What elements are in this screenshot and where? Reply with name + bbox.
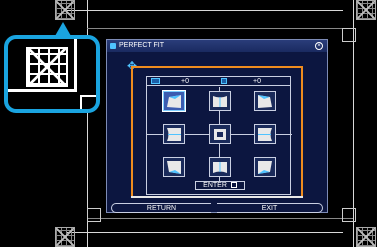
top-edge-icon bbox=[213, 95, 227, 107]
magnified-grid-pattern bbox=[26, 47, 68, 87]
exit-label: EXIT bbox=[261, 205, 278, 212]
guide-top-line bbox=[131, 66, 303, 68]
corner-grid-top-right bbox=[356, 0, 376, 20]
dialog-title: PERFECT FIT bbox=[119, 42, 164, 49]
left-edge-button[interactable] bbox=[163, 124, 185, 144]
corner-grid-bottom-left bbox=[55, 227, 75, 247]
corner-grid-top-left bbox=[55, 0, 75, 20]
bottom-right-corner-button[interactable] bbox=[254, 157, 276, 177]
right-edge-icon bbox=[258, 127, 272, 141]
magnified-corner-square bbox=[80, 95, 96, 109]
bottom-right-corner-icon bbox=[258, 160, 272, 174]
magnified-corner-callout bbox=[4, 35, 100, 113]
left-edge-icon bbox=[167, 127, 181, 141]
guide-bottom-line bbox=[131, 196, 303, 198]
navigation-bar: RETURN EXIT bbox=[107, 203, 327, 213]
exit-button[interactable]: EXIT bbox=[217, 203, 323, 213]
top-edge-button[interactable] bbox=[209, 91, 231, 111]
horizontal-value: +0 bbox=[181, 78, 189, 85]
vertical-value: +0 bbox=[253, 78, 261, 85]
corner-box-bottom-left bbox=[87, 208, 101, 222]
frame-bottom-line bbox=[66, 232, 343, 233]
dialog-titlebar: PERFECT FIT × bbox=[107, 40, 327, 52]
perfect-fit-dialog: PERFECT FIT × ✥ +0 +0 bbox=[106, 39, 328, 213]
callout-pointer bbox=[55, 22, 71, 36]
enter-label: ENTER bbox=[203, 182, 227, 189]
magnified-horizontal-line bbox=[8, 89, 74, 92]
right-edge-button[interactable] bbox=[254, 124, 276, 144]
vertical-adjust-icon bbox=[221, 78, 227, 84]
perfect-fit-icon bbox=[110, 43, 116, 49]
corner-box-bottom-right bbox=[342, 208, 356, 222]
frame-inner-bottom bbox=[87, 218, 353, 219]
bottom-left-corner-button[interactable] bbox=[163, 157, 185, 177]
return-button[interactable]: RETURN bbox=[111, 203, 211, 213]
top-right-corner-button[interactable] bbox=[254, 91, 276, 111]
top-right-corner-icon bbox=[258, 94, 272, 108]
return-label: RETURN bbox=[146, 205, 177, 212]
top-left-corner-button[interactable] bbox=[163, 91, 185, 111]
top-left-corner-icon bbox=[167, 94, 181, 108]
enter-button[interactable]: ENTER bbox=[195, 181, 245, 190]
corner-box-top-right bbox=[342, 28, 356, 42]
enter-key-icon bbox=[230, 182, 237, 189]
guide-right-line bbox=[301, 66, 303, 198]
center-reset-button[interactable] bbox=[209, 124, 231, 144]
frame-top-line bbox=[66, 10, 343, 11]
bottom-edge-icon bbox=[213, 161, 227, 173]
close-icon[interactable]: × bbox=[315, 42, 323, 50]
horizontal-adjust-icon bbox=[151, 78, 160, 84]
corner-grid-bottom-right bbox=[356, 227, 376, 247]
bottom-edge-button[interactable] bbox=[209, 157, 231, 177]
reset-icon bbox=[214, 128, 226, 140]
frame-inner-top bbox=[87, 28, 353, 29]
keystone-panel: +0 +0 ENTER bbox=[146, 76, 292, 195]
bottom-left-corner-icon bbox=[167, 160, 181, 174]
magnified-vertical-line bbox=[74, 39, 77, 92]
guide-left-line bbox=[131, 66, 133, 198]
value-header: +0 +0 bbox=[147, 77, 290, 86]
